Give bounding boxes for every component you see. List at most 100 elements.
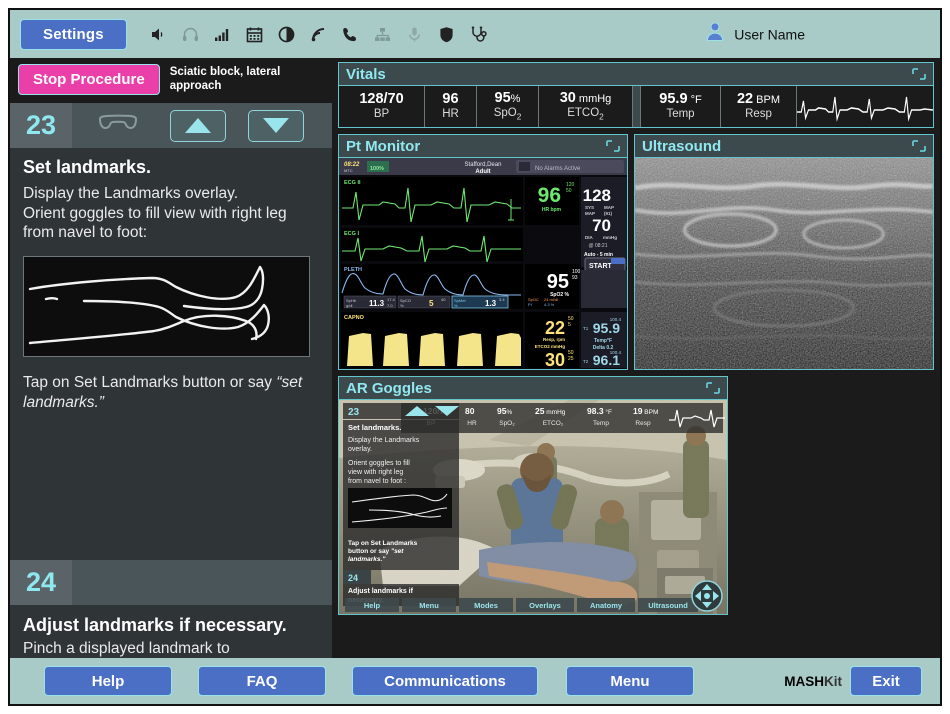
vital-bp: 128/70 BP <box>339 86 425 127</box>
svg-text:17.4: 17.4 <box>387 297 396 302</box>
svg-text:23: 23 <box>348 407 360 418</box>
up-arrow-icon <box>185 118 211 133</box>
svg-text:30: 30 <box>545 350 565 369</box>
exit-button[interactable]: Exit <box>850 666 922 696</box>
down-arrow-icon <box>263 118 289 133</box>
microphone-icon[interactable] <box>405 25 424 44</box>
step-header-23: 23 <box>10 103 332 148</box>
svg-text:HR: HR <box>467 420 477 427</box>
vital-etco2: 30 mmHg ETCO2 <box>539 86 633 127</box>
vitals-divider <box>633 86 641 127</box>
top-toolbar: Settings User Name <box>10 10 940 58</box>
menu-button[interactable]: Menu <box>566 666 694 696</box>
svg-text:80: 80 <box>465 406 475 416</box>
network-icon[interactable] <box>373 25 392 44</box>
svg-text:5: 5 <box>568 322 571 328</box>
next-step-button[interactable] <box>248 110 304 142</box>
svg-text:7.0: 7.0 <box>387 303 393 308</box>
svg-text:50: 50 <box>566 188 572 194</box>
svg-text:4.3 %: 4.3 % <box>544 302 555 307</box>
previous-step-button[interactable] <box>170 110 226 142</box>
bottom-toolbar: Help FAQ Communications Menu MASHKit Exi… <box>10 658 940 704</box>
step-23-body-2: Orient goggles to fill view with right l… <box>23 204 319 243</box>
svg-text:100.4: 100.4 <box>610 350 622 355</box>
ar-goggles-view[interactable]: 120/78 BP 80 HR 95% SpO₂ 25 mmHg ETCO₂ 9… <box>339 399 727 614</box>
help-button[interactable]: Help <box>44 666 172 696</box>
procedure-name-label: Sciatic block, lateral approach <box>170 66 324 92</box>
svg-text:Adult: Adult <box>475 169 490 175</box>
stethoscope-icon[interactable] <box>469 25 488 44</box>
svg-text:22: 22 <box>545 318 565 338</box>
svg-text:Orient goggles to fill: Orient goggles to fill <box>348 460 410 467</box>
svg-text:PI: PI <box>528 302 532 307</box>
ultrasound-header: Ultrasound <box>635 135 933 157</box>
expand-icon[interactable] <box>605 139 621 158</box>
step-24-title: Adjust landmarks if necessary. <box>23 615 319 636</box>
svg-text:mmHg: mmHg <box>603 235 617 240</box>
shield-icon[interactable] <box>437 25 456 44</box>
speaker-icon[interactable] <box>149 25 168 44</box>
pt-monitor-title: Pt Monitor <box>346 138 420 155</box>
vital-hr: 96 HR <box>425 86 477 127</box>
svg-text:DIA: DIA <box>585 235 594 240</box>
ecg-waveform-icon <box>797 86 933 127</box>
svg-text:Stafford,Dean: Stafford,Dean <box>465 162 502 168</box>
svg-text:HR bpm: HR bpm <box>542 207 562 213</box>
vital-temp: 95.9 °F Temp <box>641 86 721 127</box>
svg-text:Ultrasound: Ultrasound <box>648 601 688 610</box>
leg-landmark-diagram <box>23 256 310 357</box>
svg-text:Menu: Menu <box>419 601 439 610</box>
rss-icon[interactable] <box>309 25 328 44</box>
svg-text:Adjust landmarks if: Adjust landmarks if <box>348 588 414 595</box>
svg-text:11.3: 11.3 <box>369 299 385 308</box>
svg-text:40: 40 <box>441 297 446 302</box>
expand-icon[interactable] <box>705 381 721 400</box>
faq-button[interactable]: FAQ <box>198 666 326 696</box>
svg-text:Display the Landmarks: Display the Landmarks <box>348 437 420 444</box>
svg-text:93: 93 <box>572 275 578 281</box>
svg-text:25: 25 <box>568 356 574 362</box>
svg-text:3.4: 3.4 <box>499 297 505 302</box>
phone-icon[interactable] <box>341 25 360 44</box>
svg-text:from navel to foot :: from navel to foot : <box>348 478 406 485</box>
communications-button[interactable]: Communications <box>352 666 538 696</box>
svg-text:CAPNO: CAPNO <box>344 315 365 321</box>
svg-text:Modes: Modes <box>474 601 498 610</box>
step-24-instructions: Adjust landmarks if necessary. Pinch a d… <box>10 605 332 658</box>
avatar-icon <box>704 21 726 48</box>
svg-text:%: % <box>400 303 404 308</box>
svg-text:%: % <box>454 303 458 308</box>
ultrasound-image[interactable] <box>635 157 933 369</box>
settings-button[interactable]: Settings <box>20 19 127 50</box>
calendar-icon[interactable] <box>245 25 264 44</box>
svg-text:Temp: Temp <box>593 420 609 427</box>
pt-monitor-header: Pt Monitor <box>339 135 627 157</box>
svg-text:24: 24 <box>348 573 358 583</box>
signal-bars-icon[interactable] <box>213 25 232 44</box>
svg-text:Auto - 5 min: Auto - 5 min <box>584 252 613 258</box>
svg-text:landmarks.": landmarks." <box>348 556 386 563</box>
step-number-24: 24 <box>10 560 72 605</box>
ar-goggles-header: AR Goggles <box>339 377 727 399</box>
ultrasound-title: Ultrasound <box>642 138 721 155</box>
monitor-ultrasound-row: Pt Monitor 08:22 MTC 100% Stafford,D <box>338 134 934 370</box>
headset-icon[interactable] <box>181 25 200 44</box>
svg-text:Overlays: Overlays <box>529 601 561 610</box>
svg-text:Anatomy: Anatomy <box>590 601 623 610</box>
svg-text:PLETH: PLETH <box>344 267 362 273</box>
svg-text:ETCO₂: ETCO₂ <box>543 420 564 427</box>
monitoring-column: Vitals 128/70 BP 96 HR 95% SpO2 <box>332 58 940 658</box>
svg-text:Temp°F: Temp°F <box>594 338 612 344</box>
expand-icon[interactable] <box>911 139 927 158</box>
expand-icon[interactable] <box>911 67 927 86</box>
goggles-icon <box>96 112 140 139</box>
pt-monitor-screen[interactable]: 08:22 MTC 100% Stafford,Dean Adult No Al… <box>339 157 627 369</box>
svg-text:Resp, rpm: Resp, rpm <box>543 337 565 342</box>
vitals-readings: 128/70 BP 96 HR 95% SpO2 30 mmHg ETCO2 <box>339 85 933 127</box>
svg-text:100%: 100% <box>370 166 384 172</box>
user-account[interactable]: User Name <box>704 21 805 48</box>
svg-text:SYS: SYS <box>585 205 594 210</box>
contrast-icon[interactable] <box>277 25 296 44</box>
stop-procedure-button[interactable]: Stop Procedure <box>18 64 160 95</box>
svg-text:1.3: 1.3 <box>485 299 497 308</box>
